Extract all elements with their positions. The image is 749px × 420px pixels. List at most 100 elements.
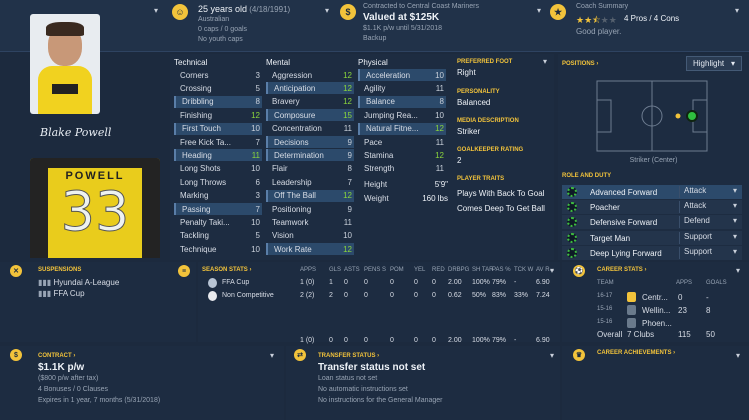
attribute-row: Off The Ball 12	[266, 189, 354, 202]
preferred-foot: Right	[457, 68, 476, 77]
career-stats-title[interactable]: CAREER STATS ›	[597, 267, 646, 273]
contract-chevron[interactable]: ▾	[270, 351, 274, 360]
season-stats-panel	[198, 262, 560, 342]
positions-title[interactable]: POSITIONS ›	[562, 61, 598, 67]
attribute-row: Penalty Taki... 10	[174, 216, 262, 228]
season-header: SH TAR	[472, 267, 494, 273]
duty-label: Defend	[684, 216, 710, 226]
duty-select[interactable]: Defend ▾	[679, 216, 737, 229]
attribute-value: 8	[439, 97, 444, 107]
height-row: Height 5'9"	[364, 180, 448, 189]
season-cell: 33%	[514, 292, 529, 299]
birthday-icon: ☺	[172, 4, 188, 20]
season-cell: 100%	[472, 279, 490, 286]
attribute-row: Stamina 12	[358, 149, 446, 161]
attribute-row: Flair 8	[266, 163, 354, 175]
contract-after-tax: ($800 p/w after tax)	[38, 375, 99, 382]
transfer-chevron[interactable]: ▾	[550, 351, 554, 360]
attribute-name: Long Throws	[180, 177, 227, 187]
player-value: Valued at $125K	[363, 12, 440, 23]
attribute-value: 12	[343, 244, 352, 254]
attribute-row: Jumping Rea... 10	[358, 109, 446, 121]
achievements-title[interactable]: CAREER ACHIEVEMENTS ›	[597, 350, 675, 356]
info-menu-chevron[interactable]: ▾	[325, 6, 329, 15]
attribute-row: Long Throws 6	[174, 176, 262, 188]
role-name: Advanced Forward	[590, 188, 658, 197]
pitch-diagram	[596, 80, 708, 152]
physical-title: Physical	[358, 58, 388, 67]
season-total-cell: -	[514, 337, 517, 344]
attribute-name: Passing	[182, 204, 211, 214]
achievements-chevron[interactable]: ▾	[736, 351, 740, 360]
gk-rating-label: GOALKEEPER RATING	[457, 147, 524, 153]
season-cell: 2	[329, 292, 333, 299]
duty-select[interactable]: Attack ▾	[679, 201, 737, 214]
season-stats-chevron[interactable]: ▾	[550, 266, 554, 275]
attribute-value: 10	[251, 217, 260, 227]
suspensions-title: SUSPENSIONS	[38, 267, 82, 273]
contract-line: Contracted to Central Coast Mariners	[363, 3, 479, 10]
money-icon: $	[340, 4, 356, 20]
attribute-name: Positioning	[272, 204, 312, 214]
career-team[interactable]: Centr...	[642, 293, 668, 302]
duty-select[interactable]: Attack ▾	[679, 186, 737, 198]
club-badge-icon	[627, 318, 636, 328]
duty-label: Attack	[684, 186, 707, 195]
contract-icon: $	[10, 349, 22, 361]
attribute-name: Agility	[364, 83, 386, 93]
attribute-value: 15	[343, 110, 352, 120]
season-stats-title[interactable]: SEASON STATS ›	[202, 267, 251, 273]
attribute-row: Long Shots 10	[174, 163, 262, 175]
role-name: Deep Lying Forward	[590, 248, 662, 258]
player-dob: (4/18/1991)	[249, 5, 291, 14]
player-menu-chevron[interactable]: ▾	[154, 6, 158, 15]
attribute-value: 12	[343, 191, 352, 201]
info-column-chevron[interactable]: ▾	[543, 57, 547, 66]
career-stats-chevron[interactable]: ▾	[736, 266, 740, 275]
attribute-name: Heading	[182, 150, 212, 160]
attribute-name: Composure	[274, 110, 316, 120]
attribute-row: Anticipation 12	[266, 82, 354, 95]
attribute-row: Technique 10	[174, 243, 262, 255]
player-photo	[30, 14, 100, 114]
attribute-name: Concentration	[272, 124, 322, 134]
technical-title: Technical	[174, 58, 208, 67]
attribute-name: Leadership	[272, 177, 312, 187]
attribute-value: 11	[435, 83, 444, 93]
career-overall-label: Overall	[597, 330, 623, 339]
caps: 0 caps / 0 goals	[198, 26, 248, 33]
contract-bonuses: 4 Bonuses / 0 Clauses	[38, 386, 109, 393]
career-season: 16-17	[597, 293, 613, 299]
attribute-row: Free Kick Ta... 7	[174, 136, 262, 148]
attribute-value: 12	[343, 83, 352, 93]
career-apps: 0	[678, 293, 683, 302]
season-cell: 0.62	[448, 292, 462, 299]
positions-mode-select[interactable]: Highlight ▾	[686, 56, 742, 71]
contract-title[interactable]: CONTRACT ›	[38, 353, 75, 359]
weight-row: Weight 160 lbs	[364, 194, 448, 203]
transfer-line: No instructions for the General Manager	[318, 397, 443, 404]
attribute-value: 7	[255, 137, 260, 147]
coach-menu-chevron[interactable]: ▾	[735, 6, 739, 15]
attribute-row: Teamwork 11	[266, 216, 354, 228]
player-age: 25 years old	[198, 4, 248, 14]
competition-name[interactable]: Non Competitive	[222, 292, 274, 299]
career-team[interactable]: Phoen...	[642, 319, 672, 328]
attribute-row: Vision 10	[266, 230, 354, 242]
attribute-name: First Touch	[182, 124, 221, 134]
attribute-row: Marking 3	[174, 190, 262, 202]
attribute-value: 11	[343, 217, 352, 227]
season-cell: 0	[414, 292, 418, 299]
season-cell: 1	[329, 279, 333, 286]
attribute-row: Crossing 5	[174, 82, 262, 94]
competition-name[interactable]: FFA Cup	[222, 279, 249, 286]
contract-menu-chevron[interactable]: ▾	[537, 6, 541, 15]
duty-select[interactable]: Support ▾	[679, 246, 737, 259]
attribute-name: Strength	[364, 164, 395, 174]
career-team[interactable]: Wellin...	[642, 306, 670, 315]
attribute-value: 9	[347, 150, 352, 160]
duty-select[interactable]: Support ▾	[679, 231, 737, 244]
season-header: RED	[432, 267, 445, 273]
attribute-value: 12	[435, 124, 444, 134]
transfer-title[interactable]: TRANSFER STATUS ›	[318, 353, 379, 359]
